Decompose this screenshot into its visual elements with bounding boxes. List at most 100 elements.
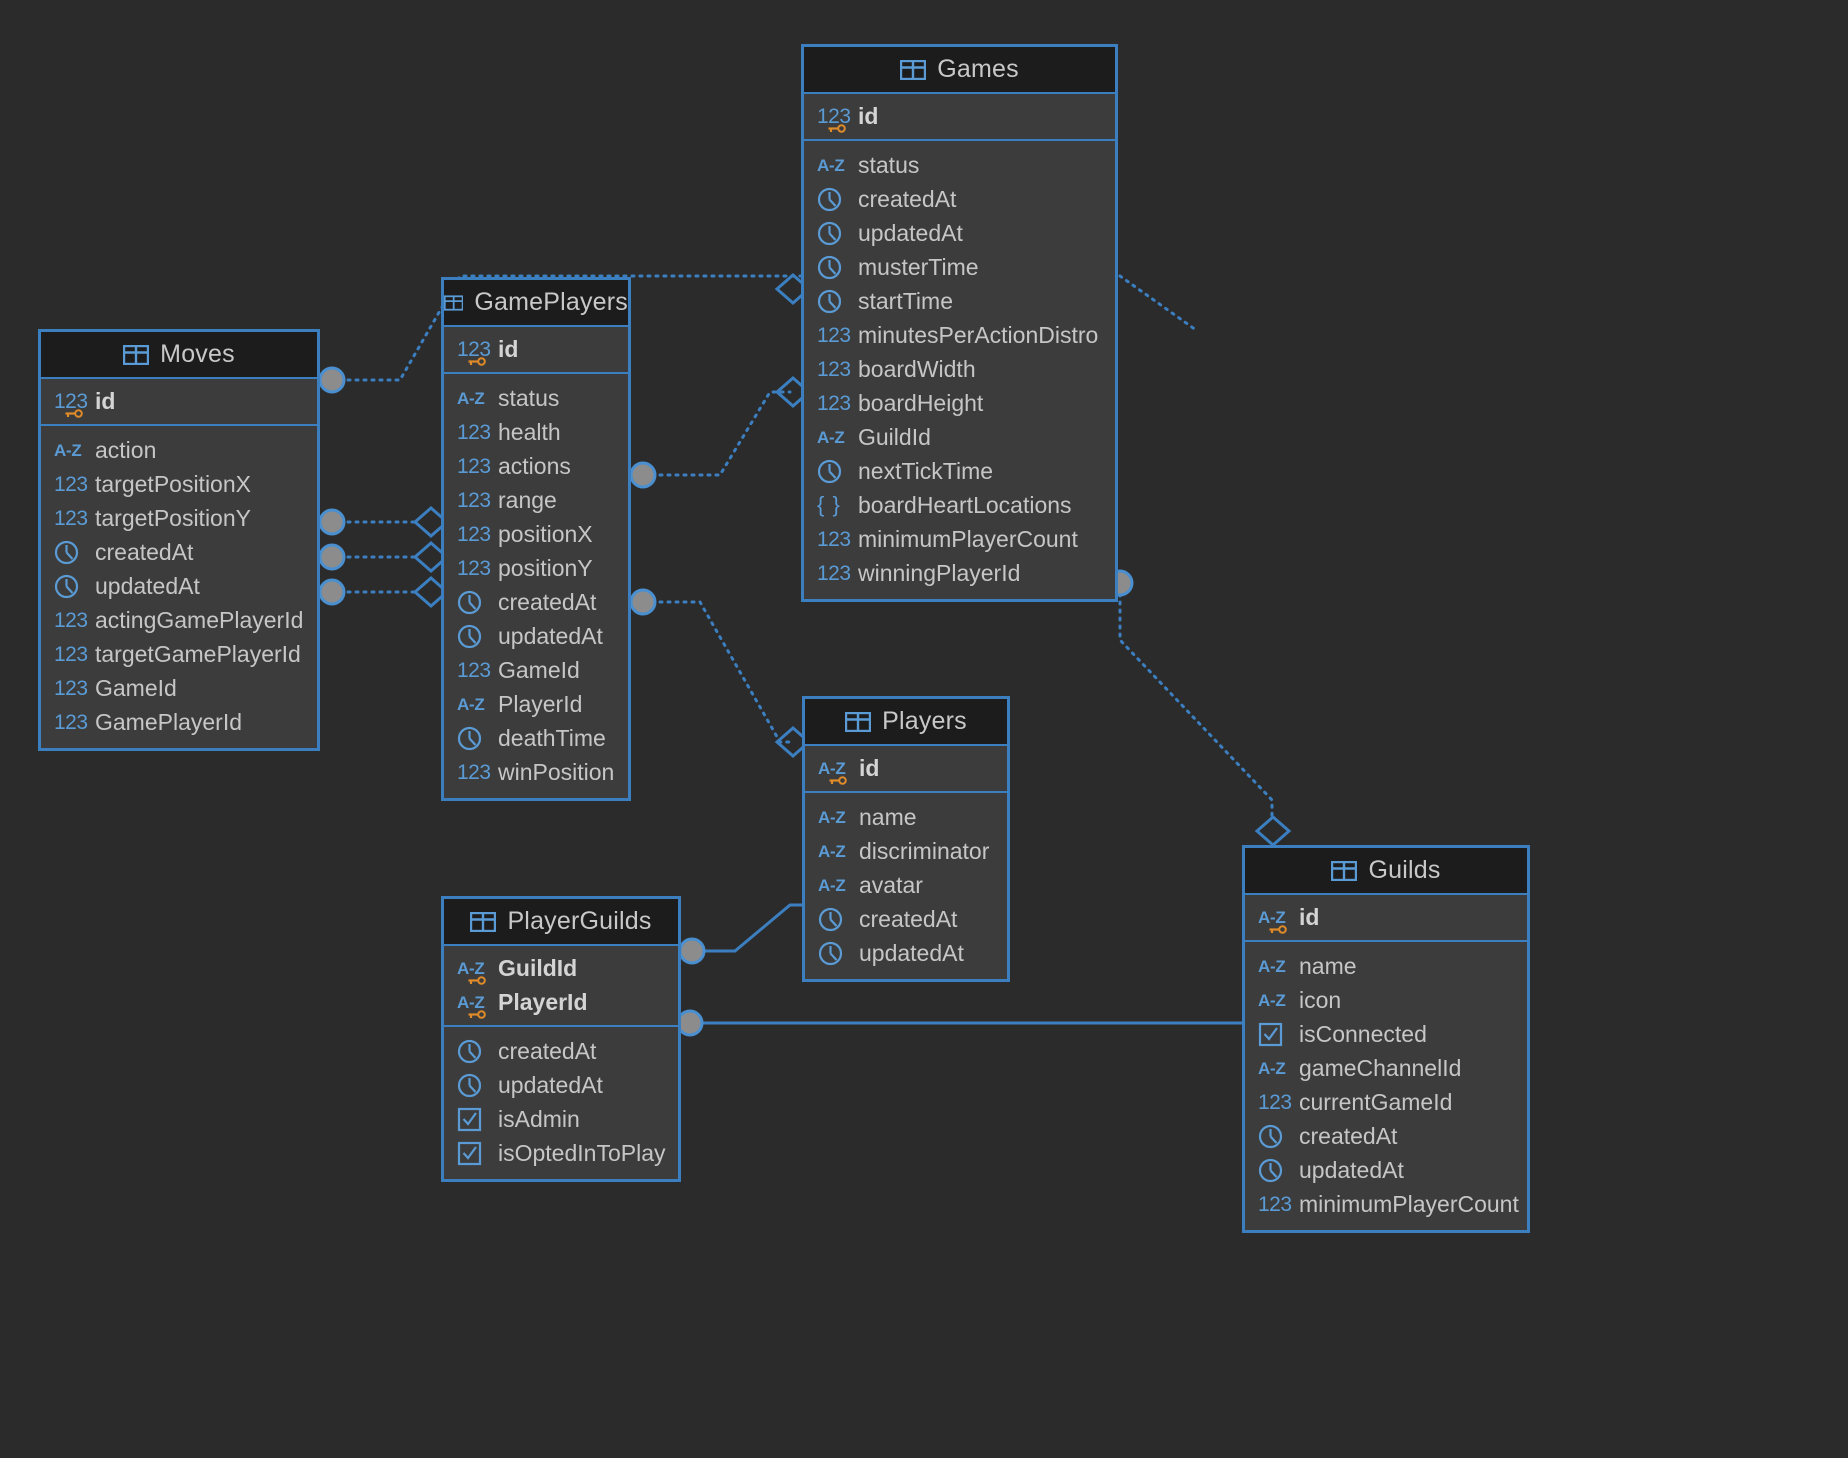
datetime-type-icon: [457, 1039, 482, 1063]
field-row-nextTickTime[interactable]: nextTickTime: [804, 454, 1115, 488]
boolean-type-icon: [457, 1107, 482, 1131]
field-row-actions[interactable]: 123 actions: [444, 449, 628, 483]
type-icon-wrap: 123: [457, 758, 491, 786]
table-header-gameplayers[interactable]: GamePlayers: [444, 280, 628, 327]
type-icon-wrap: 123: [817, 355, 851, 383]
field-row-name[interactable]: A-Z name: [1245, 949, 1527, 983]
table-players[interactable]: Players A-Z id A-Z name A-Z discriminator A-Z av…: [802, 696, 1010, 982]
field-row-createdAt[interactable]: createdAt: [1245, 1119, 1527, 1153]
field-row-createdAt[interactable]: createdAt: [41, 535, 317, 569]
field-row-updatedAt[interactable]: updatedAt: [804, 216, 1115, 250]
field-row-boardWidth[interactable]: 123 boardWidth: [804, 352, 1115, 386]
field-row-GameId[interactable]: 123 GameId: [41, 671, 317, 705]
field-row-targetPositionX[interactable]: 123 targetPositionX: [41, 467, 317, 501]
field-row-id[interactable]: 123 id: [804, 99, 1115, 133]
field-row-id[interactable]: 123 id: [444, 332, 628, 366]
table-playerguilds[interactable]: PlayerGuilds A-Z GuildId A-Z PlayerId created…: [441, 896, 681, 1182]
field-row-actingGamePlayerId[interactable]: 123 actingGamePlayerId: [41, 603, 317, 637]
table-guilds[interactable]: Guilds A-Z id A-Z name A-Z icon isConnected A-Z g…: [1242, 845, 1530, 1233]
field-row-discriminator[interactable]: A-Z discriminator: [805, 834, 1007, 868]
field-row-range[interactable]: 123 range: [444, 483, 628, 517]
field-row-minutesPerActionDistro[interactable]: 123 minutesPerActionDistro: [804, 318, 1115, 352]
field-row-id[interactable]: A-Z id: [805, 751, 1007, 785]
field-row-targetGamePlayerId[interactable]: 123 targetGamePlayerId: [41, 637, 317, 671]
field-row-updatedAt[interactable]: updatedAt: [41, 569, 317, 603]
table-moves[interactable]: Moves 123 id A-Z action 123 targetPositionX 123…: [38, 329, 320, 751]
field-row-createdAt[interactable]: createdAt: [804, 182, 1115, 216]
field-row-icon[interactable]: A-Z icon: [1245, 983, 1527, 1017]
field-row-boardHeight[interactable]: 123 boardHeight: [804, 386, 1115, 420]
table-header-players[interactable]: Players: [805, 699, 1007, 746]
field-row-createdAt[interactable]: createdAt: [444, 1034, 678, 1068]
type-icon-wrap: 123: [54, 606, 88, 634]
type-icon-wrap: A-Z: [457, 954, 489, 985]
type-icon-wrap: [818, 905, 850, 933]
field-label: deathTime: [498, 724, 606, 751]
field-row-updatedAt[interactable]: updatedAt: [805, 936, 1007, 970]
field-row-currentGameId[interactable]: 123 currentGameId: [1245, 1085, 1527, 1119]
type-icon-wrap: [54, 538, 86, 566]
field-row-GameId[interactable]: 123 GameId: [444, 653, 628, 687]
field-row-positionY[interactable]: 123 positionY: [444, 551, 628, 585]
field-row-PlayerId[interactable]: A-Z PlayerId: [444, 687, 628, 721]
field-row-updatedAt[interactable]: updatedAt: [444, 1068, 678, 1102]
field-row-isConnected[interactable]: isConnected: [1245, 1017, 1527, 1051]
field-row-startTime[interactable]: startTime: [804, 284, 1115, 318]
field-row-status[interactable]: A-Z status: [804, 148, 1115, 182]
table-header-games[interactable]: Games: [804, 47, 1115, 94]
table-header-guilds[interactable]: Guilds: [1245, 848, 1527, 895]
datetime-type-icon: [817, 255, 842, 279]
type-icon-wrap: 123: [817, 321, 851, 349]
number-type-icon: 123: [54, 506, 88, 530]
field-row-updatedAt[interactable]: updatedAt: [1245, 1153, 1527, 1187]
field-row-id[interactable]: A-Z id: [1245, 900, 1527, 934]
field-row-isAdmin[interactable]: isAdmin: [444, 1102, 678, 1136]
table-icon: [1331, 860, 1358, 881]
field-row-avatar[interactable]: A-Z avatar: [805, 868, 1007, 902]
table-games[interactable]: Games 123 id A-Z status createdAt updatedAt mus…: [801, 44, 1118, 602]
field-row-GuildId[interactable]: A-Z GuildId: [804, 420, 1115, 454]
field-row-GuildId[interactable]: A-Z GuildId: [444, 951, 678, 985]
field-row-status[interactable]: A-Z status: [444, 381, 628, 415]
field-row-boardHeartLocations[interactable]: { } boardHeartLocations: [804, 488, 1115, 522]
field-label: range: [498, 486, 557, 513]
field-row-PlayerId[interactable]: A-Z PlayerId: [444, 985, 678, 1019]
field-label: currentGameId: [1299, 1088, 1453, 1115]
type-icon-wrap: 123: [817, 389, 851, 417]
table-header-playerguilds[interactable]: PlayerGuilds: [444, 899, 678, 946]
field-row-name[interactable]: A-Z name: [805, 800, 1007, 834]
field-row-isOptedInToPlay[interactable]: isOptedInToPlay: [444, 1136, 678, 1170]
string-type-icon: A-Z: [817, 427, 845, 447]
field-row-positionX[interactable]: 123 positionX: [444, 517, 628, 551]
string-type-icon: A-Z: [54, 440, 82, 460]
type-icon-wrap: 123: [457, 486, 491, 514]
field-row-id[interactable]: 123 id: [41, 384, 317, 418]
field-row-minimumPlayerCount[interactable]: 123 minimumPlayerCount: [1245, 1187, 1527, 1221]
field-row-winningPlayerId[interactable]: 123 winningPlayerId: [804, 556, 1115, 590]
field-label: name: [859, 803, 917, 830]
field-row-targetPositionY[interactable]: 123 targetPositionY: [41, 501, 317, 535]
field-row-deathTime[interactable]: deathTime: [444, 721, 628, 755]
type-icon-wrap: [457, 622, 489, 650]
field-row-createdAt[interactable]: createdAt: [444, 585, 628, 619]
table-header-moves[interactable]: Moves: [41, 332, 317, 379]
type-icon-wrap: A-Z: [818, 871, 850, 899]
field-label: startTime: [858, 287, 953, 314]
datetime-type-icon: [457, 726, 482, 750]
field-row-health[interactable]: 123 health: [444, 415, 628, 449]
field-row-gameChannelId[interactable]: A-Z gameChannelId: [1245, 1051, 1527, 1085]
field-row-action[interactable]: A-Z action: [41, 433, 317, 467]
field-label: name: [1299, 952, 1357, 979]
field-row-updatedAt[interactable]: updatedAt: [444, 619, 628, 653]
field-row-musterTime[interactable]: musterTime: [804, 250, 1115, 284]
field-section: A-Z name A-Z icon isConnected A-Z gameChannelI…: [1245, 942, 1527, 1230]
field-row-createdAt[interactable]: createdAt: [805, 902, 1007, 936]
field-row-GamePlayerId[interactable]: 123 GamePlayerId: [41, 705, 317, 739]
field-row-minimumPlayerCount[interactable]: 123 minimumPlayerCount: [804, 522, 1115, 556]
type-icon-wrap: A-Z: [818, 803, 850, 831]
table-gameplayers[interactable]: GamePlayers 123 id A-Z status 123 health 123 act…: [441, 277, 631, 801]
field-label: gameChannelId: [1299, 1054, 1462, 1081]
field-row-winPosition[interactable]: 123 winPosition: [444, 755, 628, 789]
field-label: GameId: [95, 674, 177, 701]
field-section: A-Z status 123 health 123 actions 123 range 123 p…: [444, 374, 628, 798]
